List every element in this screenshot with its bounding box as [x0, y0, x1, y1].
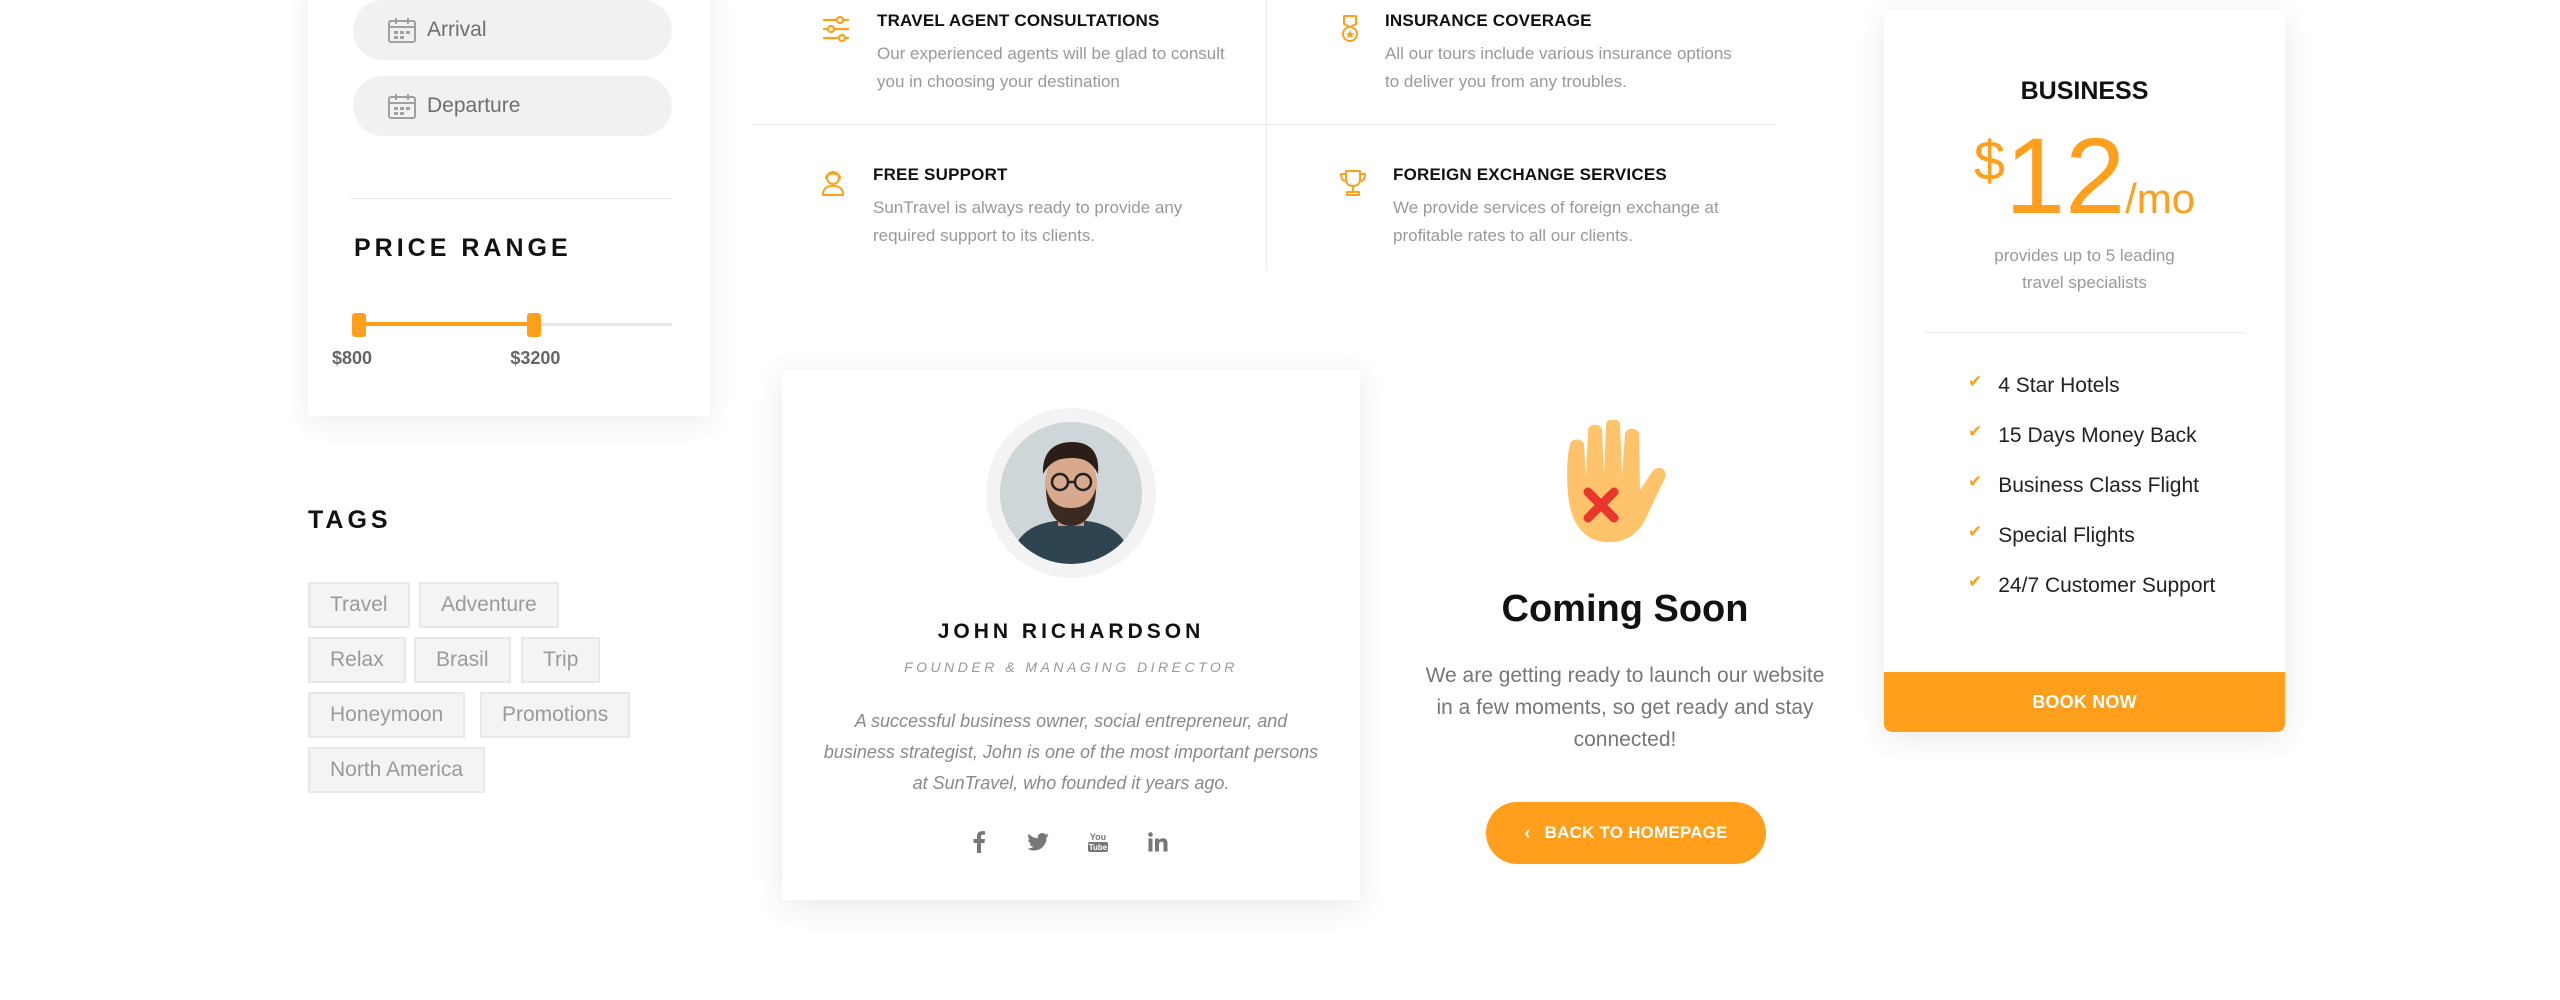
- feature-title: INSURANCE COVERAGE: [1385, 11, 1592, 30]
- plan-feature: ✔ Special Flights: [1968, 522, 2135, 548]
- avatar: [1000, 422, 1142, 564]
- tag-trip[interactable]: Trip: [521, 637, 601, 683]
- facebook-icon[interactable]: [963, 826, 995, 858]
- check-icon: ✔: [1968, 422, 1983, 441]
- tag-promotions[interactable]: Promotions: [480, 692, 631, 738]
- feature-text: We provide services of foreign exchange …: [1393, 198, 1719, 245]
- pricing-card: BUSINESS $12/mo provides up to 5 leading…: [1884, 10, 2285, 732]
- sliders-icon: [822, 15, 850, 43]
- tag-brasil[interactable]: Brasil: [414, 637, 511, 683]
- member-name: JOHN RICHARDSON: [937, 620, 1205, 643]
- check-icon: ✔: [1968, 572, 1983, 591]
- team-member-card: JOHN RICHARDSON FOUNDER & MANAGING DIREC…: [782, 370, 1360, 900]
- check-icon: ✔: [1968, 472, 1983, 491]
- plan-feature-label: 24/7 Customer Support: [1998, 574, 2216, 597]
- tag-relax[interactable]: Relax: [308, 637, 406, 683]
- divider: [1924, 332, 2245, 333]
- feature-title: TRAVEL AGENT CONSULTATIONS: [877, 11, 1160, 30]
- feature-title: FREE SUPPORT: [873, 165, 1008, 184]
- calendar-icon: [388, 18, 416, 43]
- departure-date-field[interactable]: Departure: [353, 76, 672, 136]
- twitter-icon[interactable]: [1022, 826, 1054, 858]
- plan-feature: ✔ Business Class Flight: [1968, 472, 2199, 498]
- trophy-icon: [1340, 170, 1366, 196]
- plan-feature: ✔ 15 Days Money Back: [1968, 422, 2197, 448]
- plan-feature-label: Special Flights: [1998, 524, 2135, 547]
- plan-feature-label: 4 Star Hotels: [1998, 374, 2120, 397]
- plan-feature: ✔ 4 Star Hotels: [1968, 372, 2120, 398]
- back-button-label: BACK TO HOMEPAGE: [1544, 823, 1728, 842]
- chevron-left-icon: ‹: [1524, 822, 1531, 843]
- back-to-homepage-button[interactable]: ‹ BACK TO HOMEPAGE: [1486, 802, 1766, 864]
- departure-placeholder: Departure: [427, 94, 521, 117]
- stop-hand-icon: [1567, 420, 1666, 543]
- svg-text:Tube: Tube: [1089, 843, 1108, 852]
- search-sidebar-card: Arrival Departure PRICE RANGE $800 $3200: [308, 0, 710, 416]
- arrival-date-field[interactable]: Arrival: [353, 0, 672, 60]
- tag-adventure[interactable]: Adventure: [419, 582, 559, 628]
- arrival-placeholder: Arrival: [427, 18, 487, 41]
- plan-feature-label: Business Class Flight: [1998, 474, 2199, 497]
- price-amount: 12: [2005, 115, 2126, 236]
- calendar-icon: [388, 94, 416, 119]
- tag-travel[interactable]: Travel: [308, 582, 410, 628]
- price-slider-max-handle[interactable]: [527, 313, 542, 337]
- plan-feature-label: 15 Days Money Back: [1998, 424, 2197, 447]
- check-icon: ✔: [1968, 372, 1983, 391]
- svg-text:You: You: [1090, 832, 1106, 842]
- price-slider-min-handle[interactable]: [352, 313, 366, 337]
- tag-honeymoon[interactable]: Honeymoon: [308, 692, 466, 738]
- feature-text: All our tours include various insurance …: [1385, 44, 1732, 91]
- youtube-icon[interactable]: You Tube: [1082, 826, 1114, 858]
- feature-text: SunTravel is always ready to provide any…: [873, 198, 1183, 245]
- price-max-label: $3200: [510, 348, 561, 368]
- plan-feature: ✔ 24/7 Customer Support: [1968, 572, 2216, 598]
- medal-icon: [1342, 15, 1358, 42]
- coming-soon-title: Coming Soon: [1501, 588, 1749, 630]
- support-icon: [821, 171, 845, 196]
- plan-name: BUSINESS: [2020, 77, 2149, 105]
- features-divider-horizontal: [753, 124, 1776, 125]
- price-range-title: PRICE RANGE: [354, 234, 572, 262]
- member-role: FOUNDER & MANAGING DIRECTOR: [904, 659, 1238, 675]
- check-icon: ✔: [1968, 522, 1983, 541]
- price-period: /mo: [2125, 175, 2196, 222]
- tags-title: TAGS: [308, 506, 392, 534]
- feature-text: Our experienced agents will be glad to c…: [877, 44, 1225, 91]
- price-currency: $: [1973, 129, 2005, 192]
- portrait-image: [1000, 422, 1142, 564]
- avatar-ring: [986, 408, 1156, 578]
- book-now-button[interactable]: BOOK NOW: [1884, 672, 2285, 732]
- coming-soon-text: We are getting ready to launch our websi…: [1425, 664, 1825, 751]
- member-bio: A successful business owner, social entr…: [823, 711, 1319, 793]
- features-divider-vertical: [1266, 0, 1267, 270]
- linkedin-icon[interactable]: [1142, 826, 1174, 858]
- feature-title: FOREIGN EXCHANGE SERVICES: [1393, 165, 1667, 184]
- price-slider-fill: [359, 322, 535, 326]
- plan-description: provides up to 5 leading travel speciali…: [1994, 246, 2175, 292]
- tag-north-america[interactable]: North America: [308, 747, 486, 793]
- plan-price: $12/mo: [1884, 118, 2285, 234]
- price-min-label: $800: [332, 348, 373, 368]
- divider: [350, 198, 672, 199]
